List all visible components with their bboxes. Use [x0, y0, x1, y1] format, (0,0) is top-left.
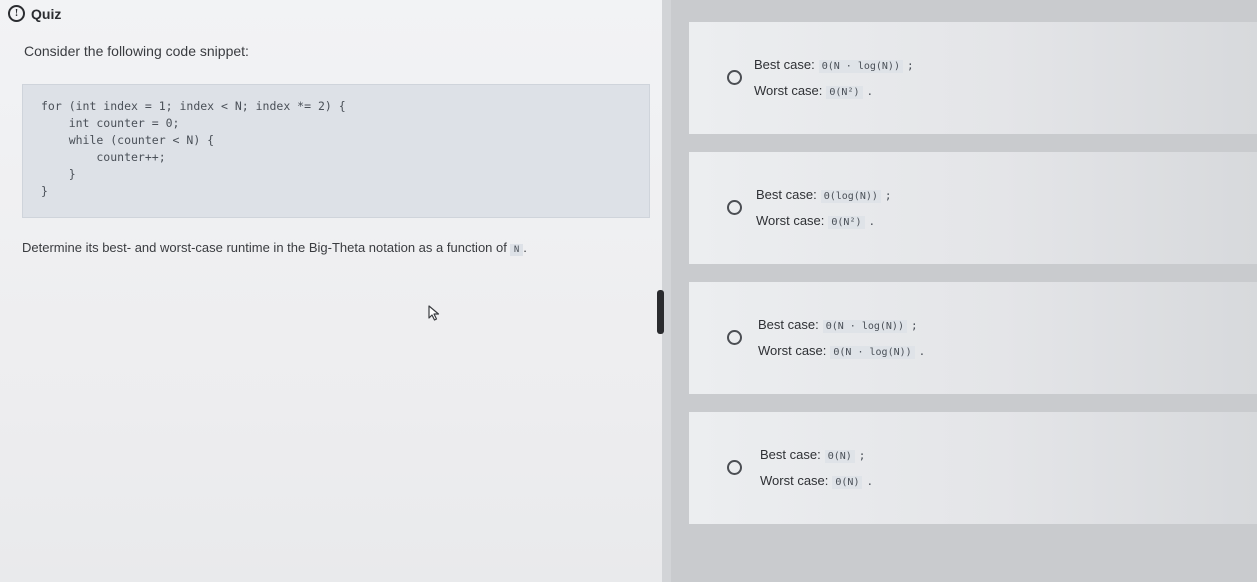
best-case-line: Best case: Θ(N); — [760, 447, 866, 463]
best-case-label: Best case: — [756, 187, 817, 202]
worst-case-label: Worst case: — [760, 473, 829, 488]
best-case-label: Best case: — [760, 447, 821, 462]
code-line: } — [41, 184, 48, 198]
worst-case-value: Θ(N²) — [828, 216, 865, 229]
instruction-variable: N — [509, 244, 524, 256]
option-radio-button[interactable] — [727, 330, 742, 345]
instruction-text: Determine its best- and worst-case runti… — [22, 240, 507, 255]
worst-case-end: . — [918, 345, 926, 358]
worst-case-line: Worst case: Θ(N²). — [754, 83, 874, 99]
best-case-value: Θ(N · log(N)) — [818, 60, 903, 73]
best-case-line: Best case: Θ(log(N)); — [756, 187, 892, 203]
quiz-page: ! Quiz Consider the following code snipp… — [0, 0, 1257, 582]
code-line: while (counter < N) { — [41, 133, 215, 147]
info-circle-icon: ! — [8, 5, 25, 22]
worst-case-end: . — [868, 215, 876, 228]
worst-case-end: . — [866, 475, 874, 488]
question-prompt: Consider the following code snippet: — [24, 43, 249, 59]
worst-case-line: Worst case: Θ(N). — [760, 473, 874, 489]
question-instruction: Determine its best- and worst-case runti… — [22, 240, 527, 256]
best-case-end: ; — [906, 59, 914, 72]
worst-case-value: Θ(N) — [832, 476, 863, 489]
worst-case-value: Θ(N²) — [826, 86, 863, 99]
best-case-label: Best case: — [758, 317, 819, 332]
best-case-label: Best case: — [754, 57, 815, 72]
worst-case-line: Worst case: Θ(N²). — [756, 213, 876, 229]
answer-option[interactable]: Best case: Θ(N · log(N)); Worst case: Θ(N … — [689, 282, 1257, 394]
code-line: counter++; — [41, 150, 166, 164]
best-case-end: ; — [858, 449, 866, 462]
question-panel: ! Quiz Consider the following code snipp… — [0, 0, 662, 582]
answer-option[interactable]: Best case: Θ(N); Worst case: Θ(N). — [689, 412, 1257, 524]
code-line: int counter = 0; — [41, 116, 180, 130]
worst-case-label: Worst case: — [756, 213, 825, 228]
best-case-value: Θ(log(N)) — [820, 190, 881, 203]
option-radio-button[interactable] — [727, 200, 742, 215]
option-radio-button[interactable] — [727, 70, 742, 85]
worst-case-value: Θ(N · log(N)) — [830, 346, 915, 359]
instruction-end: . — [523, 240, 527, 255]
answer-option[interactable]: Best case: Θ(N · log(N)); Worst case: Θ(N²… — [689, 22, 1257, 134]
worst-case-label: Worst case: — [758, 343, 827, 358]
best-case-value: Θ(N · log(N)) — [822, 320, 907, 333]
quiz-header: ! Quiz — [8, 5, 61, 22]
best-case-line: Best case: Θ(N · log(N)); — [758, 317, 918, 333]
best-case-end: ; — [884, 189, 892, 202]
worst-case-end: . — [866, 85, 874, 98]
option-radio-button[interactable] — [727, 460, 742, 475]
best-case-end: ; — [910, 319, 918, 332]
mouse-cursor-icon — [428, 305, 440, 321]
answer-option[interactable]: Best case: Θ(log(N)); Worst case: Θ(N²). — [689, 152, 1257, 264]
answer-options: Best case: Θ(N · log(N)); Worst case: Θ(N²… — [671, 0, 1257, 582]
code-line: } — [41, 167, 76, 181]
worst-case-label: Worst case: — [754, 83, 823, 98]
code-snippet: for (int index = 1; index < N; index *= … — [22, 84, 650, 218]
worst-case-line: Worst case: Θ(N · log(N)). — [758, 343, 926, 359]
best-case-value: Θ(N) — [824, 450, 855, 463]
best-case-line: Best case: Θ(N · log(N)); — [754, 57, 914, 73]
quiz-title: Quiz — [31, 5, 62, 22]
code-line: for (int index = 1; index < N; index *= … — [41, 99, 346, 113]
splitter-drag-handle[interactable] — [657, 290, 664, 334]
